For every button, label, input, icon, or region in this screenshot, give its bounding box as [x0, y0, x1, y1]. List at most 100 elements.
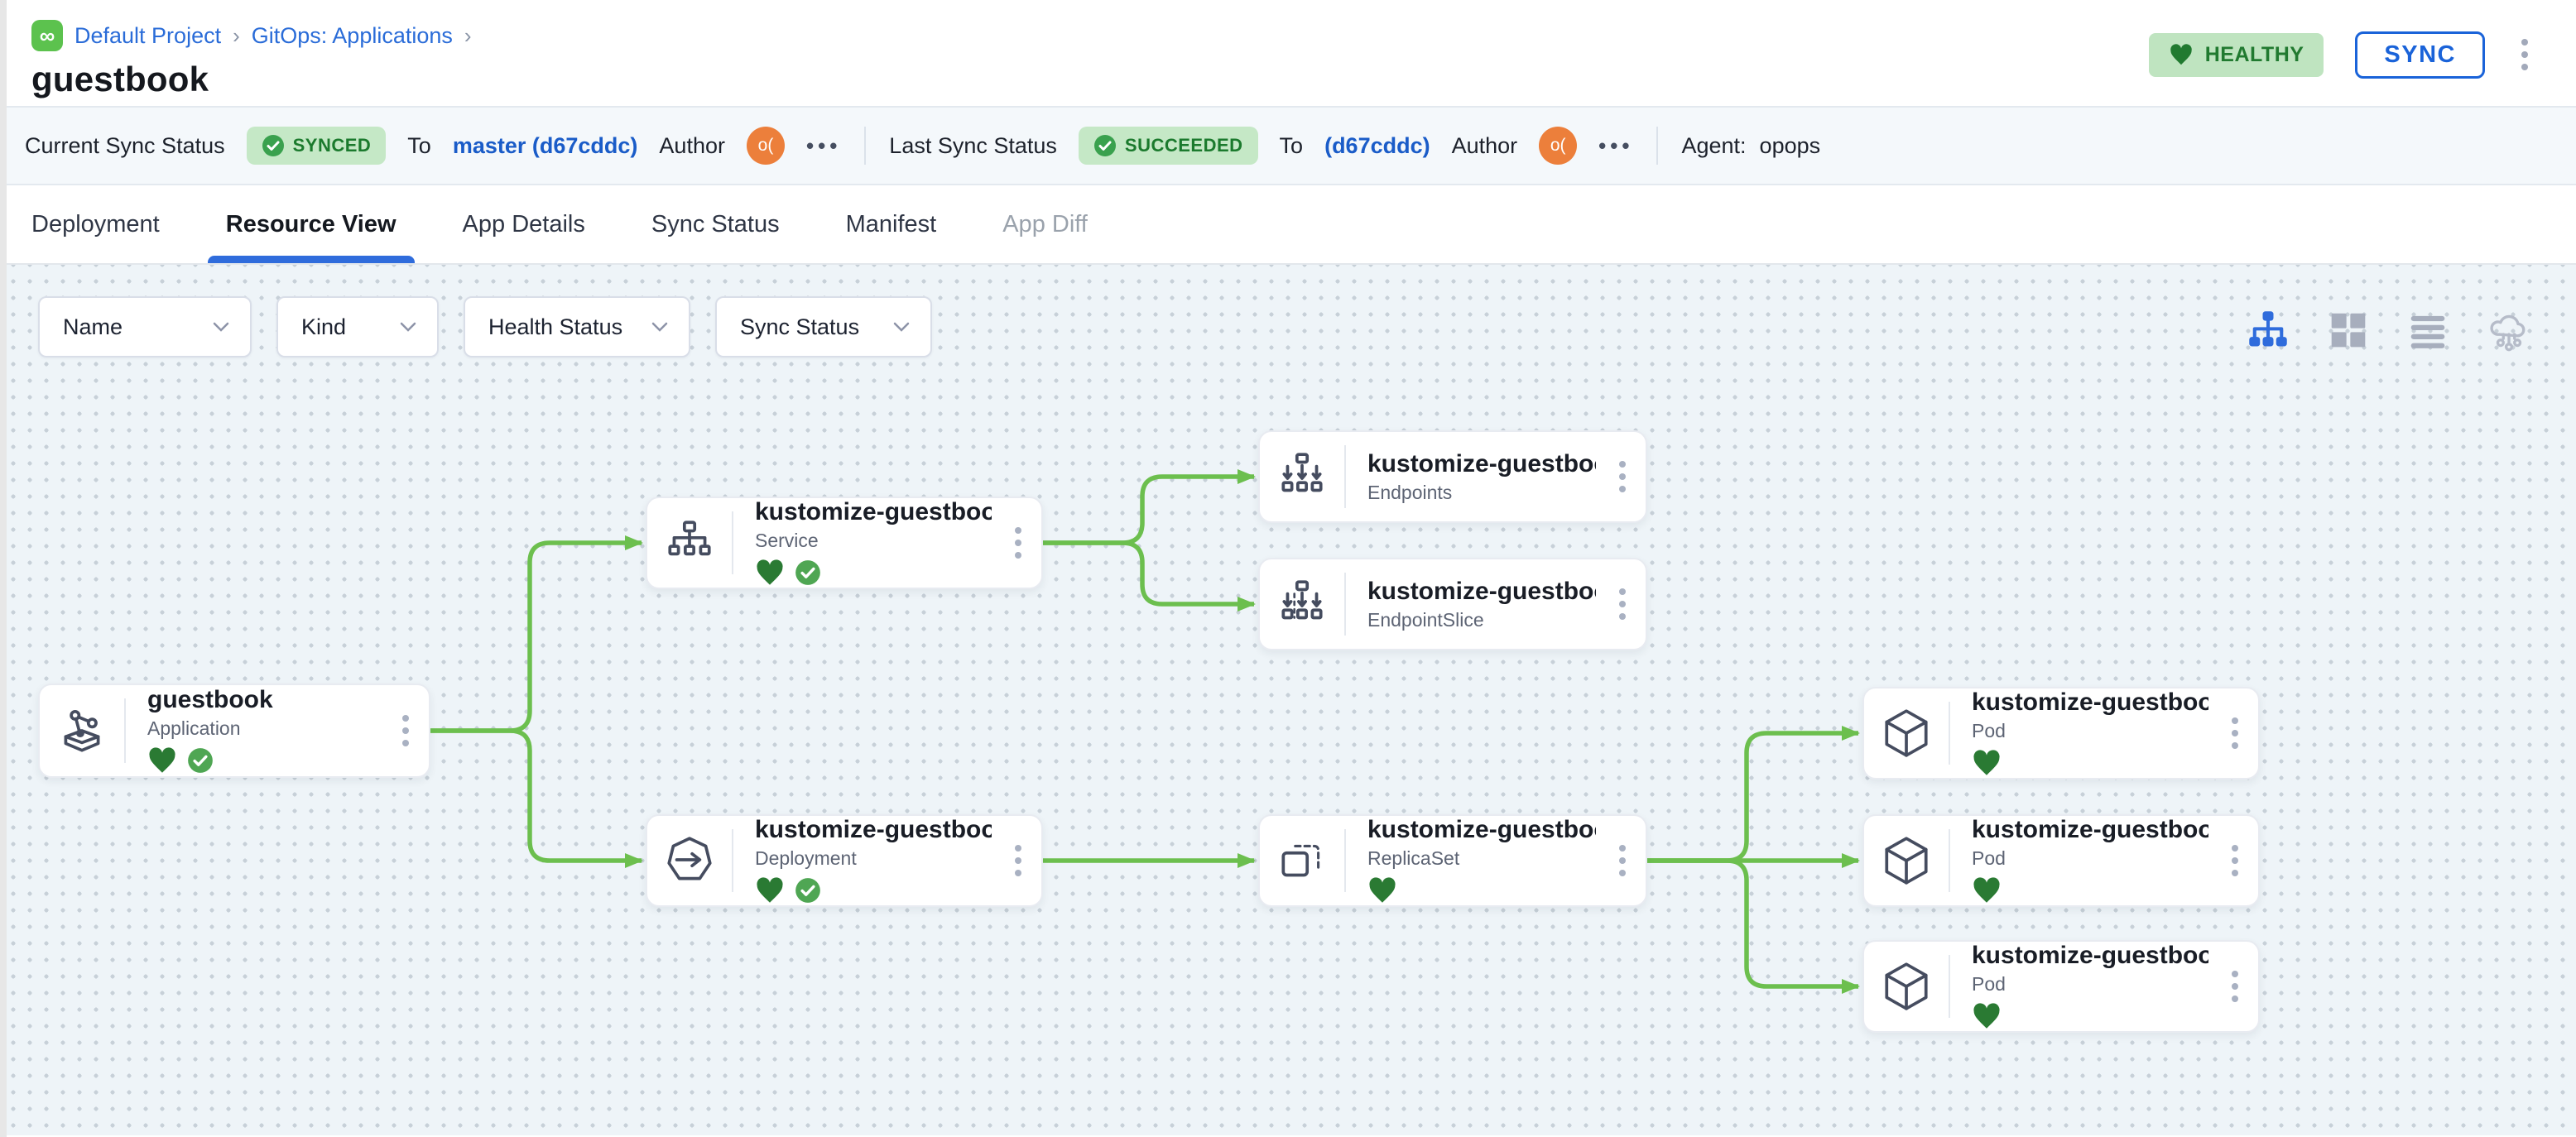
tab-app-details[interactable]: App Details [463, 185, 585, 263]
resource-node-service[interactable]: kustomize-guestbook-ui Service [646, 497, 1043, 589]
succeeded-badge: SUCCEEDED [1078, 127, 1258, 165]
edge-svc-ep [1043, 469, 1256, 545]
synced-check-icon [188, 748, 213, 773]
node-name: kustomize-guestbook-ui [755, 498, 992, 525]
filter-sync-status[interactable]: Sync Status [715, 296, 932, 357]
synced-check-icon [795, 560, 820, 585]
node-more-options-icon[interactable] [2212, 942, 2258, 1031]
node-more-options-icon[interactable] [1599, 559, 1646, 649]
node-kind: Deployment [755, 847, 857, 869]
node-status-icons [755, 876, 992, 905]
last-sync-target-link[interactable]: (d67cddc) [1324, 133, 1430, 159]
node-status-icons [147, 746, 379, 775]
current-sync-target-link[interactable]: master (d67cddc) [453, 133, 638, 159]
cloud-view-icon[interactable] [2487, 308, 2531, 353]
filter-label: Sync Status [740, 314, 860, 339]
node-name: kustomize-guestbook-ui [755, 816, 992, 843]
commit-message-ellipsis[interactable]: ••• [1598, 133, 1633, 159]
check-circle-icon [1093, 135, 1116, 156]
resource-node-endpointslice[interactable]: kustomize-guestbook-ui-... EndpointSlice [1258, 558, 1647, 650]
app-tabs: Deployment Resource View App Details Sync S… [0, 185, 2576, 265]
resource-node-pod[interactable]: kustomize-guestbook-ui-... Pod [1862, 940, 2260, 1033]
node-body: kustomize-guestbook-ui Endpoints [1346, 432, 1599, 521]
node-body: kustomize-guestbook-ui-... EndpointSlice [1346, 559, 1599, 649]
resource-node-application[interactable]: guestbook Application [38, 684, 430, 778]
tab-sync-status[interactable]: Sync Status [651, 185, 780, 263]
tab-app-diff: App Diff [1002, 210, 1088, 237]
pod-icon [1864, 688, 1949, 778]
filter-health-status[interactable]: Health Status [464, 296, 690, 357]
breadcrumb: ∞ Default Project › GitOps: Applications… [31, 20, 472, 51]
node-more-options-icon[interactable] [1599, 432, 1646, 521]
resource-node-pod[interactable]: kustomize-guestbook-ui-... Pod [1862, 814, 2260, 907]
deployment-icon [647, 816, 732, 905]
agent-group: Agent: opops [1681, 133, 1820, 159]
list-view-icon[interactable] [2407, 309, 2449, 351]
node-kind: ReplicaSet [1367, 847, 1460, 869]
resource-node-replicaset[interactable]: kustomize-guestbook-ui-... ReplicaSet [1258, 814, 1647, 907]
last-sync-label: Last Sync Status [889, 132, 1057, 158]
breadcrumb-project[interactable]: Default Project [74, 23, 221, 49]
node-kind: Pod [1972, 847, 2006, 869]
endpointslice-icon [1260, 559, 1344, 649]
healthy-heart-icon [1973, 749, 2000, 775]
service-icon [647, 498, 732, 588]
sync-status-bar: Current Sync Status SYNCED To master (d6… [0, 106, 2576, 185]
resource-node-pod[interactable]: kustomize-guestbook-ui-... Pod [1862, 687, 2260, 780]
node-status-icons [1367, 876, 1596, 905]
filter-label: Name [63, 314, 123, 339]
tab-resource-view[interactable]: Resource View [207, 185, 415, 263]
endpoints-icon [1260, 432, 1344, 521]
commit-message-ellipsis[interactable]: ••• [806, 133, 841, 159]
author-avatar[interactable]: o( [746, 127, 785, 165]
node-name: kustomize-guestbook-ui-... [1972, 942, 2208, 969]
to-label: To [407, 132, 431, 158]
node-more-options-icon[interactable] [995, 816, 1041, 905]
filter-label: Health Status [488, 314, 623, 339]
project-icon: ∞ [31, 20, 63, 51]
tab-manifest[interactable]: Manifest [846, 185, 937, 263]
edge-app-svc [430, 535, 643, 733]
resource-node-deployment[interactable]: kustomize-guestbook-ui Deployment [646, 814, 1043, 907]
filter-name[interactable]: Name [38, 296, 252, 357]
filter-label: Kind [301, 314, 347, 339]
more-options-icon[interactable] [2516, 34, 2533, 75]
edge-rs-pod1 [1647, 726, 1860, 863]
node-name: kustomize-guestbook-ui [1367, 449, 1596, 477]
node-more-options-icon[interactable] [1599, 816, 1646, 905]
grid-view-icon[interactable] [2328, 309, 2369, 351]
node-status-icons [1972, 748, 2208, 778]
node-kind: Application [147, 717, 241, 739]
chevron-right-icon: › [464, 22, 472, 48]
tree-view-icon[interactable] [2247, 309, 2290, 352]
node-kind: Pod [1972, 973, 2006, 995]
filter-kind[interactable]: Kind [276, 296, 439, 357]
succeeded-badge-label: SUCCEEDED [1124, 135, 1243, 156]
synced-badge: SYNCED [246, 127, 387, 165]
author-avatar[interactable]: o( [1539, 127, 1578, 165]
last-sync-group: Last Sync Status SUCCEEDED To (d67cddc) … [889, 127, 1633, 165]
replicaset-icon [1260, 816, 1344, 905]
pod-icon [1864, 942, 1949, 1031]
node-more-options-icon[interactable] [995, 498, 1041, 588]
resource-filter-row: Name Kind Health Status Sync Status [38, 296, 932, 357]
node-body: kustomize-guestbook-ui-... Pod [1950, 688, 2212, 778]
agent-value: opops [1759, 132, 1821, 158]
node-more-options-icon[interactable] [2212, 688, 2258, 778]
resource-tree-canvas[interactable]: Name Kind Health Status Sync Status guestbo… [0, 265, 2576, 1135]
tab-deployment[interactable]: Deployment [31, 185, 160, 263]
chevron-down-icon [400, 322, 416, 332]
node-name: kustomize-guestbook-ui-... [1367, 816, 1596, 843]
breadcrumb-gitops-applications[interactable]: GitOps: Applications [252, 23, 453, 49]
window-left-edge [0, 0, 7, 1137]
resource-node-endpoints[interactable]: kustomize-guestbook-ui Endpoints [1258, 430, 1647, 523]
sync-button[interactable]: SYNC [2355, 31, 2485, 79]
node-kind: Pod [1972, 720, 2006, 741]
node-body: kustomize-guestbook-ui Deployment [733, 816, 995, 905]
chevron-down-icon [893, 322, 910, 332]
node-more-options-icon[interactable] [2212, 816, 2258, 905]
node-status-icons [755, 558, 992, 588]
node-more-options-icon[interactable] [382, 685, 429, 776]
node-body: kustomize-guestbook-ui-... ReplicaSet [1346, 816, 1599, 905]
healthy-heart-icon [757, 559, 783, 585]
